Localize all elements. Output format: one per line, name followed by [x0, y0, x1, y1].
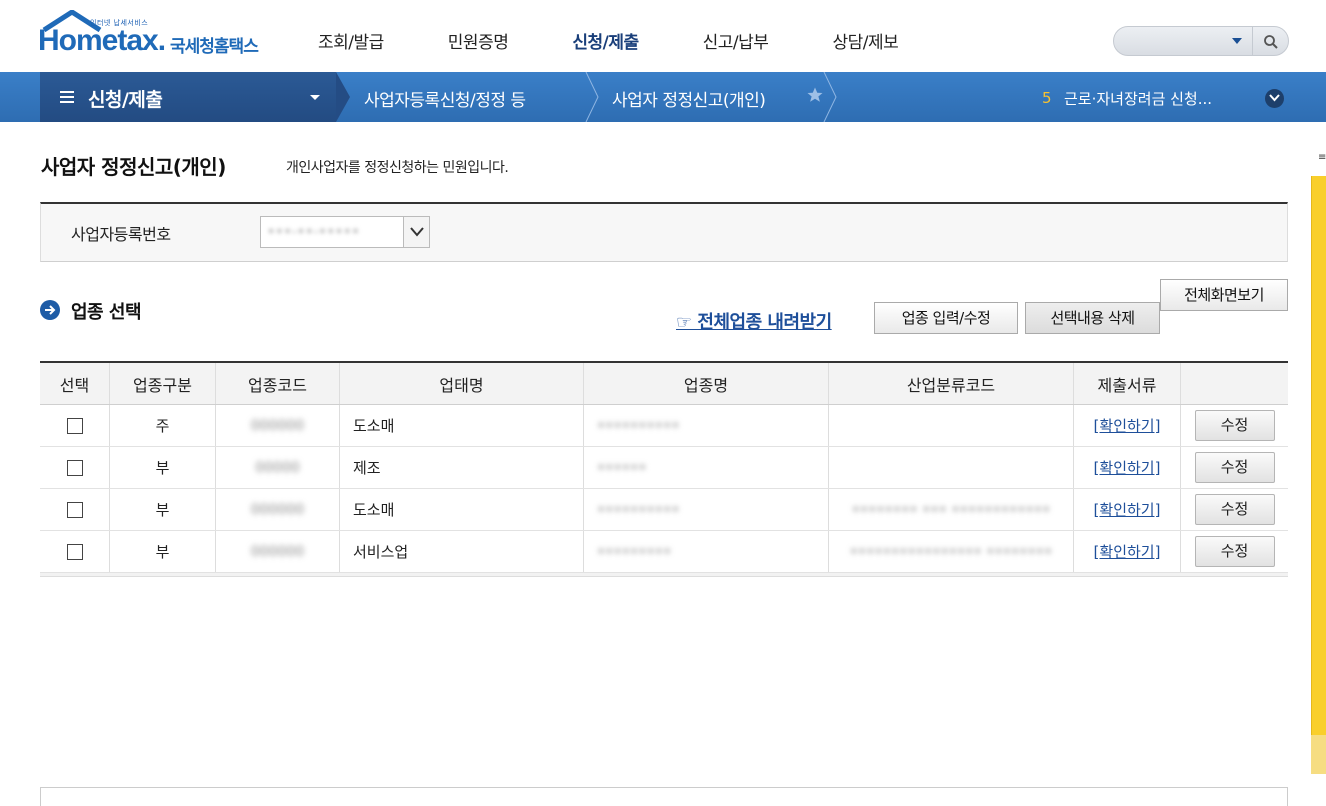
nav-inquiry[interactable]: 조회/발급 [318, 28, 384, 53]
chevron-down-icon [410, 227, 424, 237]
table-row: 부 00000 제조 •••••• [확인하기] 수정 [40, 447, 1288, 489]
breadcrumb-separator-icon [823, 72, 837, 122]
breadcrumb-menu[interactable] [40, 72, 336, 122]
row-business-type: 제조 [340, 447, 584, 488]
row-edit-button[interactable]: 수정 [1194, 494, 1275, 525]
breadcrumb-arrow [336, 72, 350, 122]
select-arrow[interactable] [403, 217, 429, 247]
row-confirm-link[interactable]: [확인하기] [1094, 499, 1161, 520]
row-industry-name: •••••• [597, 459, 647, 476]
nav-report-payment[interactable]: 신고/납부 [703, 28, 769, 53]
breadcrumb-separator-icon [585, 72, 599, 122]
hamburger-icon[interactable] [60, 91, 74, 103]
header-edit [1181, 363, 1288, 404]
row-industry-type: 부 [110, 447, 216, 488]
table-row: 부 000000 서비스업 ••••••••• ••••••••••••••••… [40, 531, 1288, 573]
page-description: 개인사업자를 정정신청하는 민원입니다. [286, 160, 509, 176]
nav-consult-report[interactable]: 상담/제보 [832, 28, 898, 53]
logo-brand: Hometax. [38, 24, 166, 57]
fullscreen-button[interactable]: 전체화면보기 [1160, 279, 1288, 311]
row-industry-name: •••••••••• [597, 417, 680, 434]
business-number-label: 사업자등록번호 [71, 225, 171, 244]
page-title: 사업자 정정신고(개인) [41, 155, 226, 179]
business-number-select[interactable]: •••-••-••••• [260, 216, 430, 248]
breadcrumb-item-current[interactable]: 사업자 정정신고(개인) [612, 86, 766, 111]
table-header: 선택 업종구분 업종코드 업태명 업종명 산업분류코드 제출서류 [40, 363, 1288, 405]
row-business-type: 도소매 [340, 489, 584, 530]
header-industry-name: 업종명 [584, 363, 829, 404]
row-checkbox[interactable] [66, 501, 83, 518]
header-class-code: 산업분류코드 [829, 363, 1074, 404]
row-industry-code: 000000 [250, 417, 305, 434]
page: 인터넷 납세서비스 Hometax. 국세청홈택스 조회/발급 민원증명 신청/… [0, 0, 1326, 806]
bottom-panel [40, 787, 1288, 806]
row-edit-button[interactable]: 수정 [1194, 410, 1275, 441]
side-panel[interactable] [1311, 176, 1326, 774]
row-industry-type: 부 [110, 531, 216, 572]
table-row: 부 000000 도소매 •••••••••• •••••••• ••• •••… [40, 489, 1288, 531]
notice-text[interactable]: 근로·자녀장려금 신청... [1064, 88, 1212, 109]
favorite-star-icon[interactable] [806, 86, 824, 104]
header-documents: 제출서류 [1074, 363, 1181, 404]
row-business-type: 도소매 [340, 405, 584, 446]
row-edit-button[interactable]: 수정 [1194, 452, 1275, 483]
row-confirm-link[interactable]: [확인하기] [1094, 415, 1161, 436]
breadcrumb: 신청/제출 사업자등록신청/정정 등 사업자 정정신고(개인) 5 근로·자녀장… [0, 72, 1326, 122]
header-select: 선택 [40, 363, 110, 404]
row-industry-name: ••••••••• [597, 543, 672, 560]
row-class-code: •••••••••••••••• •••••••• [849, 543, 1053, 560]
logo-subtitle: 국세청홈택스 [170, 37, 259, 57]
chevron-down-icon [1269, 94, 1280, 102]
section-arrow-icon [40, 300, 60, 320]
row-confirm-link[interactable]: [확인하기] [1094, 541, 1161, 562]
row-industry-code: 00000 [255, 459, 300, 476]
table-footer [40, 573, 1288, 577]
row-business-type: 서비스업 [340, 531, 584, 572]
download-all-industries-link[interactable]: ☞ 전체업종 내려받기 [676, 308, 832, 334]
row-industry-code: 000000 [250, 543, 305, 560]
row-class-code: •••••••• ••• •••••••••••• [851, 501, 1051, 518]
row-checkbox[interactable] [66, 543, 83, 560]
row-checkbox[interactable] [66, 459, 83, 476]
hometax-logo[interactable]: 인터넷 납세서비스 Hometax. 국세청홈택스 [38, 10, 278, 66]
row-edit-button[interactable]: 수정 [1194, 536, 1275, 567]
business-number-box: 사업자등록번호 •••-••-••••• [40, 202, 1288, 262]
header-industry-code: 업종코드 [216, 363, 340, 404]
top-nav: 조회/발급 민원증명 신청/제출 신고/납부 상담/제보 [318, 28, 962, 53]
row-industry-name: •••••••••• [597, 501, 680, 518]
row-industry-type: 부 [110, 489, 216, 530]
edit-industry-button[interactable]: 업종 입력/수정 [874, 302, 1018, 334]
nav-application[interactable]: 신청/제출 [572, 28, 639, 53]
search-dropdown-icon[interactable] [1232, 38, 1242, 44]
row-confirm-link[interactable]: [확인하기] [1094, 457, 1161, 478]
side-panel-bottom [1311, 735, 1326, 774]
side-panel-label: ≡ [1318, 152, 1326, 163]
notice-number: 5 [1042, 89, 1052, 107]
notice-expand-button[interactable] [1265, 89, 1284, 108]
business-number-value: •••-••-••••• [267, 224, 360, 240]
breadcrumb-title[interactable]: 신청/제출 [88, 85, 163, 112]
nav-civil-certificate[interactable]: 민원증명 [448, 28, 509, 53]
row-industry-type: 주 [110, 405, 216, 446]
delete-selected-button[interactable]: 선택내용 삭제 [1025, 302, 1160, 334]
breadcrumb-item-registration[interactable]: 사업자등록신청/정정 등 [364, 86, 526, 111]
row-industry-code: 000000 [250, 501, 305, 518]
top-header: 인터넷 납세서비스 Hometax. 국세청홈택스 조회/발급 민원증명 신청/… [0, 0, 1326, 72]
industry-table: 선택 업종구분 업종코드 업태명 업종명 산업분류코드 제출서류 주 00000… [40, 361, 1288, 577]
table-row: 주 000000 도소매 •••••••••• [확인하기] 수정 [40, 405, 1288, 447]
search-icon [1264, 35, 1278, 49]
row-checkbox[interactable] [66, 417, 83, 434]
section-title: 업종 선택 [71, 302, 142, 323]
header-business-type: 업태명 [340, 363, 584, 404]
header-industry-type: 업종구분 [110, 363, 216, 404]
search-button[interactable] [1252, 27, 1288, 55]
chevron-down-icon[interactable] [310, 95, 320, 100]
